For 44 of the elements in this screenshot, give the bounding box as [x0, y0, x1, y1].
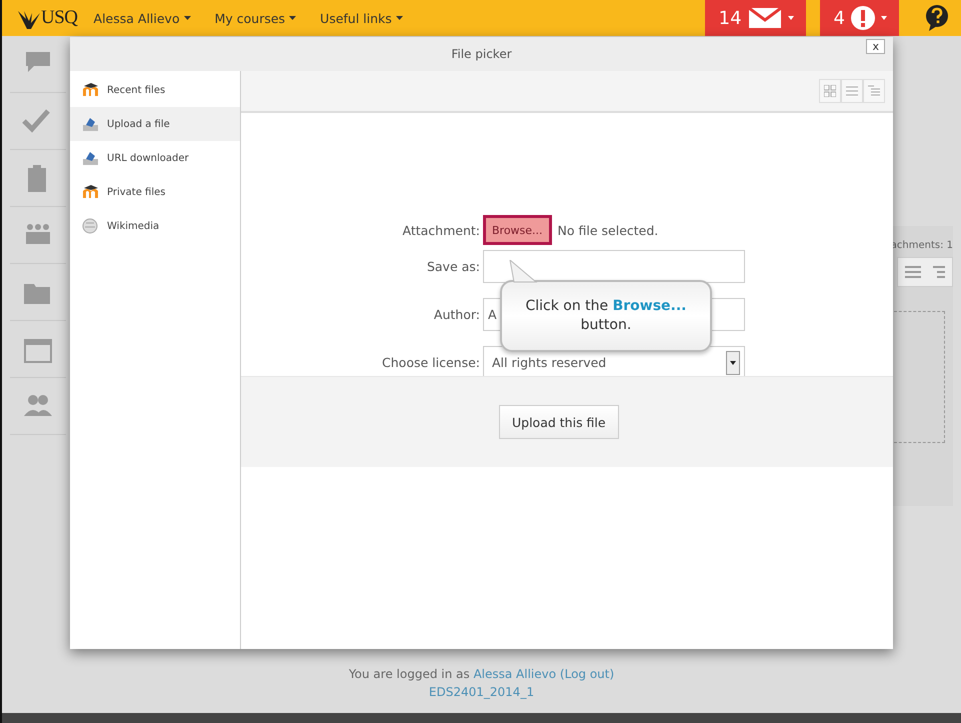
menu-link[interactable]: My courses [214, 10, 296, 26]
repository-item[interactable]: URL downloader [70, 141, 240, 175]
save-as-field[interactable] [483, 250, 745, 283]
upload-tray-icon [82, 116, 99, 132]
upload-tray-icon [82, 150, 99, 166]
caret-icon [881, 16, 887, 20]
grid-icon [824, 85, 836, 97]
field-label: Attachment: [402, 222, 481, 238]
globe-icon [82, 218, 99, 234]
exclamation-icon [851, 6, 875, 30]
caret-icon [184, 16, 191, 20]
envelope-icon [748, 7, 782, 29]
field-label: Author: [432, 307, 481, 322]
repository-item[interactable]: Upload a file [70, 107, 240, 141]
icon-view-button[interactable] [819, 79, 841, 103]
tree-view-button[interactable] [863, 79, 885, 103]
messages-button[interactable]: 14 [704, 0, 806, 36]
browse-button[interactable]: Browse... [483, 215, 552, 245]
dialog-title: File picker [451, 47, 512, 61]
field-label: Choose license: [381, 355, 481, 370]
callout-text: Click on the Browse... button. [524, 297, 688, 335]
list-view-button[interactable] [841, 79, 863, 103]
logo-text: USQ [41, 7, 78, 29]
list-icon [846, 85, 858, 97]
close-button[interactable]: x [866, 39, 885, 54]
repository-item[interactable]: Wikimedia [70, 209, 240, 243]
bird-logo-icon [18, 9, 40, 29]
help-icon [925, 5, 949, 31]
attachments-count: achments: 1 [890, 240, 953, 251]
caret-icon [289, 16, 296, 20]
menu-link[interactable]: Useful links [320, 10, 403, 26]
graduation-cap-icon [82, 184, 99, 200]
login-info: You are logged in as Alessa Allievo (Log out) [348, 667, 614, 681]
repository-item[interactable]: Private files [70, 175, 240, 209]
caret-icon [396, 16, 403, 20]
upload-button[interactable]: Upload this file [499, 405, 619, 439]
notifications-button[interactable]: 4 [820, 0, 899, 36]
caret-icon [788, 16, 794, 20]
tree-list-icon [868, 85, 880, 97]
field-label: Save as: [426, 259, 481, 274]
file-status: No file selected. [558, 222, 658, 238]
menu-link[interactable]: Alessa Allievo [94, 10, 191, 26]
graduation-cap-icon [82, 82, 99, 98]
repository-item[interactable]: Recent files [70, 73, 240, 107]
